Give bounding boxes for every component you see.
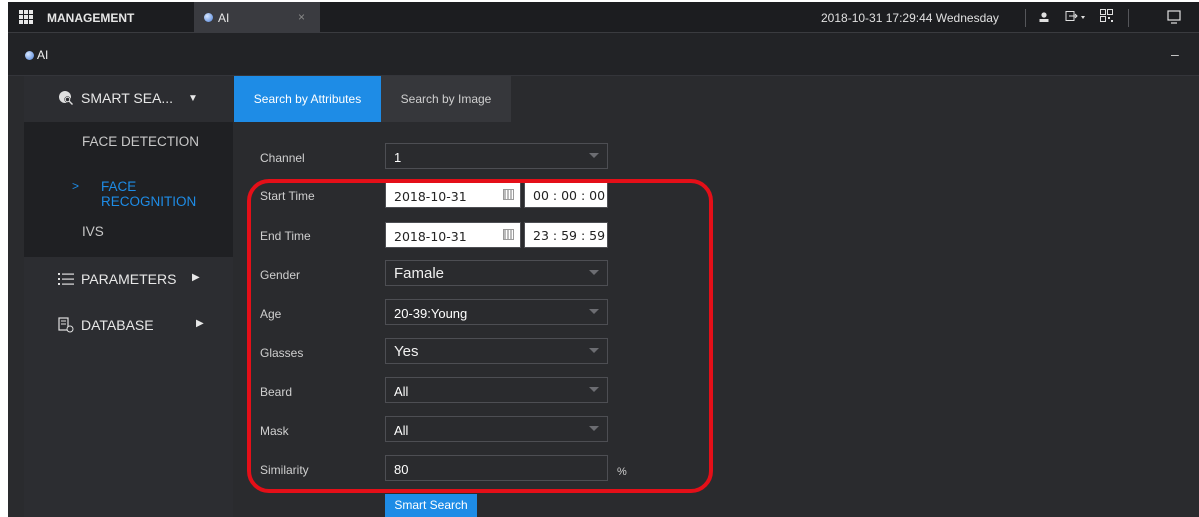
system-datetime: 2018-10-31 17:29:44 Wednesday	[821, 11, 999, 25]
management-tab[interactable]: MANAGEMENT	[47, 11, 134, 25]
percent-unit: %	[617, 466, 627, 478]
tab-ai-label: AI	[218, 11, 230, 25]
divider	[1025, 9, 1026, 27]
main-panel: Search by Attributes Search by Image Cha…	[233, 76, 1199, 517]
sidebar-item-label: FACE RECOGNITION	[101, 179, 197, 209]
sidebar-item-label: SMART SEA...	[81, 90, 174, 106]
sidebar-item-face-recognition[interactable]: > FACE RECOGNITION	[24, 167, 233, 212]
gender-value: Famale	[394, 265, 445, 282]
glasses-value: Yes	[394, 343, 419, 360]
sidebar-item-label: DATABASE	[81, 317, 154, 333]
age-value: 20-39:Young	[394, 306, 468, 321]
similarity-input[interactable]: 80	[385, 455, 608, 481]
ai-icon	[204, 13, 213, 22]
start-date-value: 2018-10-31	[394, 189, 467, 204]
chevron-down-icon	[589, 426, 599, 431]
end-date-value: 2018-10-31	[394, 229, 467, 244]
age-label: Age	[260, 307, 282, 321]
monitor-icon[interactable]	[1167, 10, 1181, 24]
calendar-icon[interactable]	[503, 229, 514, 240]
chevron-down-icon: ▼	[188, 93, 198, 104]
minimize-button[interactable]: –	[1171, 46, 1179, 62]
mask-value: All	[394, 423, 409, 438]
main-menu-grid-icon[interactable]	[19, 10, 33, 24]
beard-value: All	[394, 384, 409, 399]
smart-search-icon	[59, 91, 73, 105]
list-icon	[58, 273, 74, 285]
chevron-right-icon: ▶	[192, 272, 200, 283]
chevron-down-icon	[589, 348, 599, 353]
app-window: MANAGEMENT AI × 2018-10-31 17:29:44 Wedn…	[8, 2, 1199, 517]
chevron-down-icon	[589, 309, 599, 314]
end-date-field[interactable]: 2018-10-31	[385, 222, 521, 248]
mask-select[interactable]: All	[385, 416, 608, 442]
user-icon[interactable]	[1038, 11, 1050, 23]
gender-select[interactable]: Famale	[385, 260, 608, 286]
age-select[interactable]: 20-39:Young	[385, 299, 608, 325]
sidebar-item-smart-search[interactable]: SMART SEA... ▼	[24, 76, 233, 122]
chevron-down-icon	[589, 270, 599, 275]
database-icon	[58, 317, 74, 333]
sidebar-item-face-detection[interactable]: FACE DETECTION	[24, 122, 233, 167]
calendar-icon[interactable]	[503, 189, 514, 200]
start-date-field[interactable]: 2018-10-31	[385, 182, 521, 208]
start-time-label: Start Time	[260, 189, 315, 203]
smart-search-button[interactable]: Smart Search	[385, 494, 477, 517]
sidebar-item-label: PARAMETERS	[81, 271, 177, 287]
mask-label: Mask	[260, 424, 289, 438]
sidebar-item-ivs[interactable]: IVS	[24, 212, 233, 257]
end-time-label: End Time	[260, 229, 311, 243]
sidebar: SMART SEA... ▼ FACE DETECTION > FACE REC…	[24, 76, 233, 517]
chevron-right-icon: >	[72, 179, 80, 193]
channel-value: 1	[394, 150, 402, 165]
logout-icon[interactable]	[1065, 10, 1087, 23]
divider	[1128, 9, 1129, 27]
beard-select[interactable]: All	[385, 377, 608, 403]
start-time-field[interactable]: 00 : 00 : 00	[524, 182, 608, 208]
smart-search-submenu: FACE DETECTION > FACE RECOGNITION IVS	[24, 122, 233, 257]
sidebar-item-parameters[interactable]: PARAMETERS ▶	[24, 257, 233, 303]
channel-label: Channel	[260, 151, 305, 165]
beard-label: Beard	[260, 385, 293, 399]
top-bar: MANAGEMENT AI × 2018-10-31 17:29:44 Wedn…	[8, 2, 1199, 33]
similarity-label: Similarity	[260, 463, 309, 477]
chevron-down-icon	[589, 387, 599, 392]
tab-ai[interactable]: AI ×	[194, 2, 320, 33]
qr-code-icon[interactable]	[1100, 9, 1113, 22]
start-time-value: 00 : 00 : 00	[533, 188, 606, 203]
ai-header: AI –	[8, 33, 1199, 76]
tab-search-by-image[interactable]: Search by Image	[381, 76, 511, 122]
tab-search-by-attributes[interactable]: Search by Attributes	[234, 76, 381, 122]
sidebar-item-label: FACE DETECTION	[82, 134, 200, 149]
close-tab-icon[interactable]: ×	[298, 10, 305, 24]
channel-select[interactable]: 1	[385, 143, 608, 169]
sidebar-item-database[interactable]: DATABASE ▶	[24, 303, 233, 349]
ai-icon	[25, 51, 34, 60]
page-title: AI	[37, 48, 49, 62]
chevron-right-icon: ▶	[196, 318, 204, 329]
end-time-value: 23 : 59 : 59	[533, 228, 606, 243]
chevron-down-icon	[589, 153, 599, 158]
end-time-field[interactable]: 23 : 59 : 59	[524, 222, 608, 248]
glasses-select[interactable]: Yes	[385, 338, 608, 364]
glasses-label: Glasses	[260, 346, 304, 360]
sidebar-item-label: IVS	[82, 224, 104, 239]
gender-label: Gender	[260, 268, 301, 282]
similarity-value: 80	[394, 462, 409, 477]
